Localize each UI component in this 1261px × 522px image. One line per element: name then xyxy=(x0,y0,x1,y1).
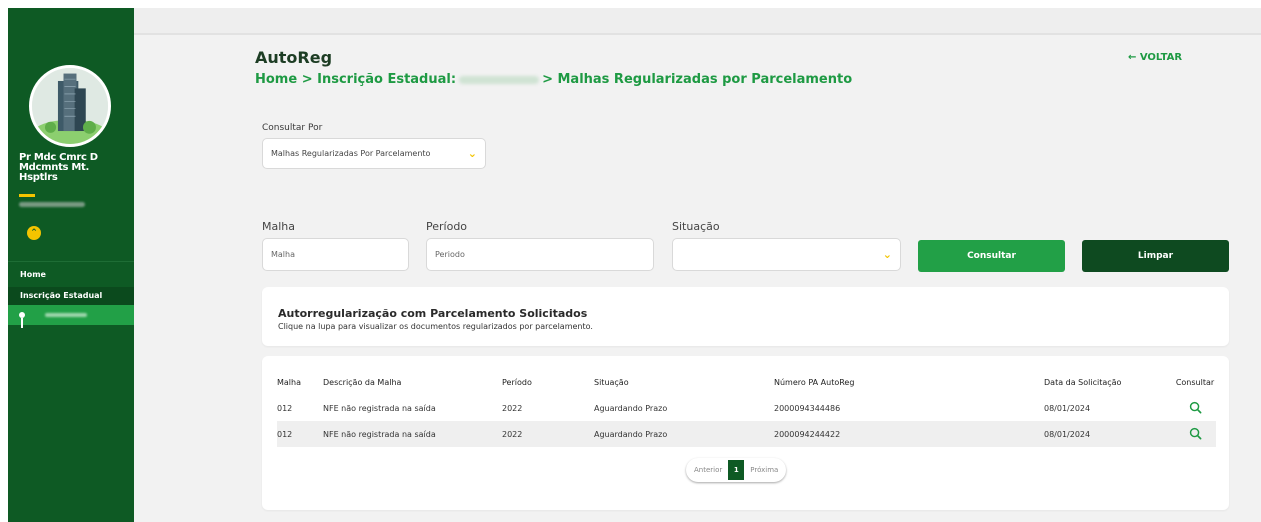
cell-periodo: 2022 xyxy=(502,421,594,447)
periodo-input[interactable] xyxy=(426,238,654,271)
chevron-down-icon: ⌄ xyxy=(882,248,892,261)
malha-input[interactable] xyxy=(262,238,409,271)
col-data-solicitacao: Data da Solicitação xyxy=(1044,377,1122,387)
cell-situacao: Aguardando Prazo xyxy=(594,421,774,447)
search-icon[interactable] xyxy=(1189,401,1202,414)
col-situacao: Situação xyxy=(594,377,629,387)
situacao-label: Situação xyxy=(672,220,720,233)
info-title: Autorregularização com Parcelamento Soli… xyxy=(278,307,588,320)
cell-descricao: NFE não registrada na saída xyxy=(323,403,436,413)
search-icon[interactable] xyxy=(1189,427,1202,440)
consultar-por-label: Consultar Por xyxy=(262,123,323,133)
consultar-button[interactable]: Consultar xyxy=(918,240,1065,272)
col-numero-pa: Número PA AutoReg xyxy=(774,377,855,387)
cell-malha: 012 xyxy=(277,403,293,413)
main-content: AutoReg Home > Inscrição Estadual: > Malh… xyxy=(134,8,1261,522)
cell-numero-pa: 2000094344486 xyxy=(774,403,841,413)
pagination-page-current[interactable]: 1 xyxy=(728,460,745,480)
inscricao-number-redacted xyxy=(45,313,87,317)
back-button[interactable]: ← VOLTAR xyxy=(1128,52,1182,63)
col-consultar: Consultar xyxy=(1175,377,1215,387)
cell-data-solicitacao: 08/01/2024 xyxy=(1044,421,1174,447)
sidebar-subitem-inscricao-active[interactable] xyxy=(8,305,134,328)
periodo-label: Período xyxy=(426,220,468,233)
results-table: Malha Descrição da Malha Período Situaçã… xyxy=(277,369,1216,447)
inscricao-redacted xyxy=(459,75,540,84)
results-card: Malha Descrição da Malha Período Situaçã… xyxy=(262,356,1229,510)
info-subtitle: Clique na lupa para visualizar os docume… xyxy=(278,322,593,331)
sidebar-item-home[interactable]: Home xyxy=(20,270,46,279)
company-underline xyxy=(19,194,35,197)
sidebar: Pr Mdc Cmrc D Mdcmnts Mt. Hsptlrs ⌃ Home… xyxy=(8,8,134,522)
cell-numero-pa: 2000094244422 xyxy=(774,421,1044,447)
app-title: AutoReg xyxy=(255,48,333,67)
timeline-line xyxy=(21,318,23,328)
pagination-next[interactable]: Próxima xyxy=(750,466,778,474)
limpar-button[interactable]: Limpar xyxy=(1082,240,1229,272)
company-avatar xyxy=(29,65,111,147)
chevron-up-icon[interactable]: ⌃ xyxy=(27,226,41,240)
pagination-previous[interactable]: Anterior xyxy=(694,466,722,474)
cell-periodo: 2022 xyxy=(502,403,523,413)
breadcrumb-start[interactable]: Home > Inscrição Estadual: xyxy=(255,72,456,87)
cell-malha: 012 xyxy=(277,421,323,447)
col-periodo: Período xyxy=(502,377,532,387)
malha-label: Malha xyxy=(262,220,295,233)
col-descricao: Descrição da Malha xyxy=(323,377,402,387)
table-row: 012 NFE não registrada na saída 2022 Agu… xyxy=(277,421,1216,447)
pagination: Anterior 1 Próxima xyxy=(686,458,787,482)
company-name: Pr Mdc Cmrc D Mdcmnts Mt. Hsptlrs xyxy=(19,152,98,183)
building-image xyxy=(32,68,108,144)
cell-consultar xyxy=(1174,421,1216,447)
cell-descricao: NFE não registrada na saída xyxy=(323,421,502,447)
situacao-select[interactable]: ⌄ xyxy=(672,238,901,271)
consultar-por-select[interactable]: Malhas Regularizadas Por Parcelamento ⌄ xyxy=(262,138,486,169)
chevron-down-icon: ⌄ xyxy=(467,147,477,160)
info-card: Autorregularização com Parcelamento Soli… xyxy=(262,287,1229,346)
cell-situacao: Aguardando Prazo xyxy=(594,403,668,413)
table-row: 012 NFE não registrada na saída 2022 Agu… xyxy=(277,395,1216,421)
table-header-row: Malha Descrição da Malha Período Situaçã… xyxy=(277,369,1216,395)
breadcrumb-end: > Malhas Regularizadas por Parcelamento xyxy=(542,72,853,87)
company-id-redacted xyxy=(19,202,85,207)
cell-consultar xyxy=(1174,395,1216,421)
sidebar-item-inscricao-estadual[interactable]: Inscrição Estadual xyxy=(8,287,134,305)
sidebar-divider xyxy=(8,261,134,262)
col-malha: Malha xyxy=(277,377,301,387)
breadcrumb: Home > Inscrição Estadual: > Malhas Regul… xyxy=(255,72,852,87)
top-bar xyxy=(134,8,1261,35)
consultar-por-value: Malhas Regularizadas Por Parcelamento xyxy=(271,149,431,158)
cell-data-solicitacao: 08/01/2024 xyxy=(1044,403,1091,413)
